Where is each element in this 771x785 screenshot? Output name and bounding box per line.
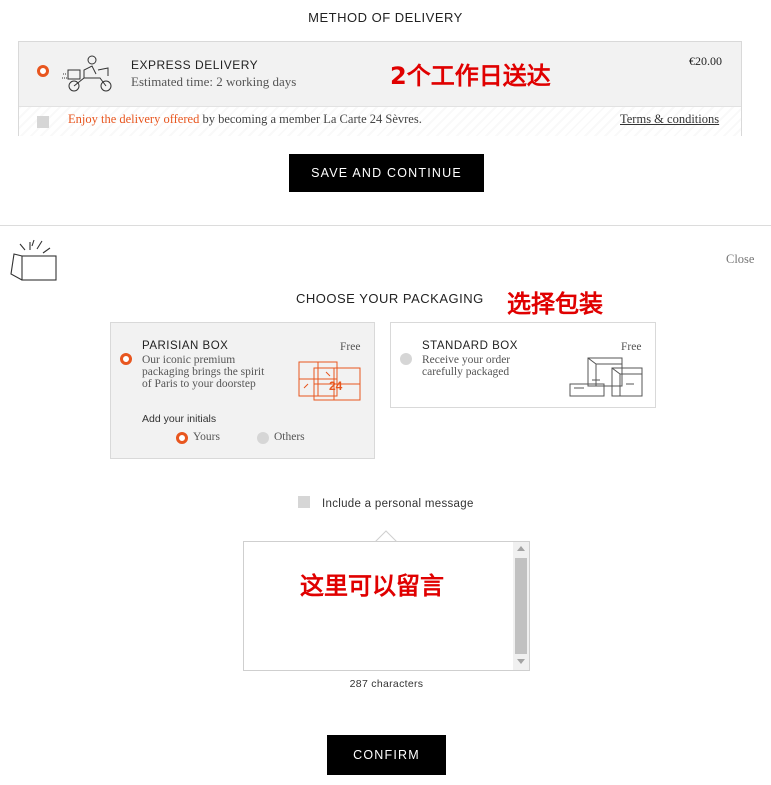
delivery-heading: METHOD OF DELIVERY xyxy=(308,10,463,25)
scroll-up-arrow-icon[interactable] xyxy=(517,546,525,551)
promo-text: Enjoy the delivery offered by becoming a… xyxy=(68,112,422,127)
packaging-heading: CHOOSE YOUR PACKAGING xyxy=(296,291,484,306)
standard-box-description: Receive your order carefully packaged xyxy=(422,354,510,378)
parisian-box-title: PARISIAN BOX xyxy=(142,340,229,352)
standard-desc-line-2: carefully packaged xyxy=(422,366,510,378)
express-delivery-subtitle: Estimated time: 2 working days xyxy=(131,74,297,89)
save-and-continue-button[interactable]: SAVE AND CONTINUE xyxy=(289,154,484,192)
scroll-down-arrow-icon[interactable] xyxy=(517,659,525,664)
parisian-box-radio[interactable] xyxy=(120,353,132,365)
parisian-desc-line-1: Our iconic premium xyxy=(142,354,236,366)
scooter-icon xyxy=(62,55,112,92)
initials-others-radio[interactable] xyxy=(257,432,269,444)
initials-others-label: Others xyxy=(274,431,305,443)
packaging-annotation: 选择包装 xyxy=(507,290,603,318)
initials-yours-radio[interactable] xyxy=(176,432,188,444)
parisian-box-number: 24 xyxy=(329,379,343,393)
personal-message-label: Include a personal message xyxy=(322,498,474,510)
standard-desc-line-1: Receive your order xyxy=(422,354,511,366)
delivery-price: €20.00 xyxy=(689,54,722,68)
close-link[interactable]: Close xyxy=(726,252,754,267)
express-delivery-radio[interactable] xyxy=(37,65,49,77)
message-scrollbar-thumb[interactable] xyxy=(515,558,527,654)
initials-label: Add your initials xyxy=(142,413,217,425)
personal-message-textarea[interactable] xyxy=(243,541,530,671)
promo-rest: by becoming a member La Carte 24 Sèvres. xyxy=(199,112,422,126)
parisian-desc-line-2: packaging brings the spirit xyxy=(142,366,265,378)
initials-yours-label: Yours xyxy=(193,431,220,443)
standard-box-radio[interactable] xyxy=(400,353,412,365)
parisian-box-description: Our iconic premium packaging brings the … xyxy=(142,354,264,390)
standard-box-title: STANDARD BOX xyxy=(422,340,518,352)
parisian-box-illustration: 24 xyxy=(298,361,361,401)
promo-highlight: Enjoy the delivery offered xyxy=(68,112,200,126)
character-counter: 287 characters xyxy=(349,678,424,690)
gift-box-icon xyxy=(10,239,57,281)
standard-box-illustration xyxy=(569,357,643,397)
delivery-annotation: 2个工作日送达 xyxy=(390,62,551,90)
promo-checkbox[interactable] xyxy=(37,116,49,128)
standard-box-price: Free xyxy=(621,341,642,353)
express-delivery-title: EXPRESS DELIVERY xyxy=(131,58,259,72)
parisian-desc-line-3: of Paris to your doorstep xyxy=(142,378,256,390)
confirm-button[interactable]: CONFIRM xyxy=(327,735,446,775)
message-annotation: 这里可以留言 xyxy=(300,572,444,600)
parisian-box-price: Free xyxy=(340,341,361,353)
terms-conditions-link[interactable]: Terms & conditions xyxy=(620,112,719,127)
section-divider xyxy=(0,225,771,226)
personal-message-checkbox[interactable] xyxy=(298,496,310,508)
